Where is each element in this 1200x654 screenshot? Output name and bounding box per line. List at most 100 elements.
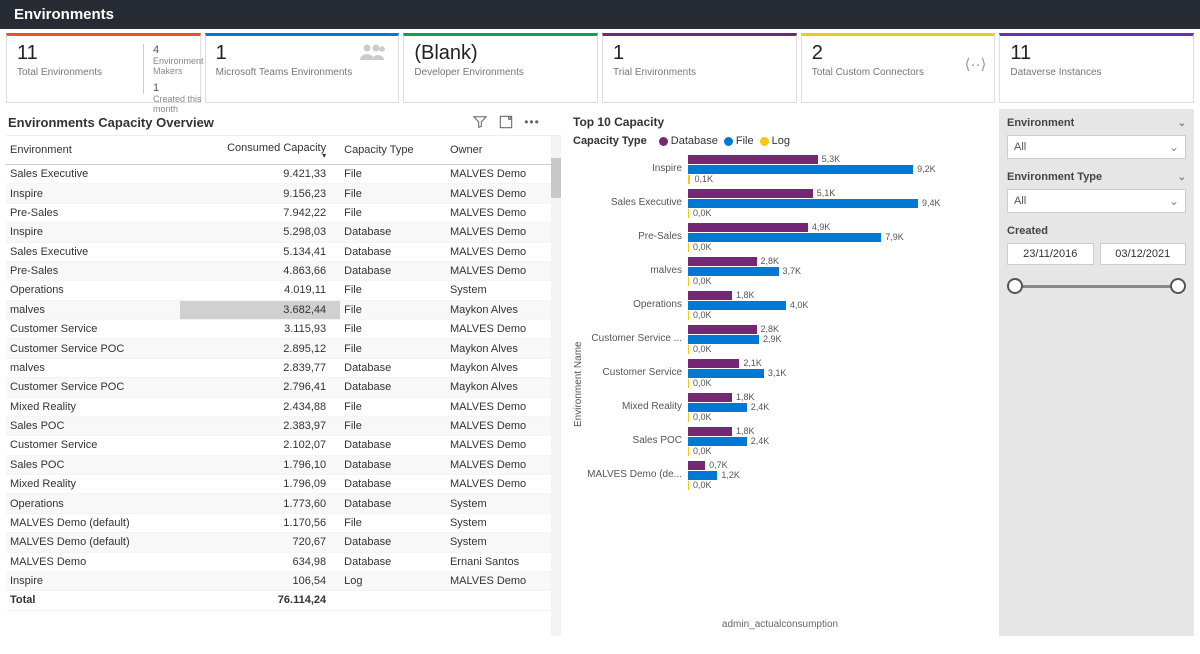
bar-database[interactable]: 2,1K bbox=[688, 359, 739, 368]
total-value: 76.114,24 bbox=[180, 591, 340, 610]
chart-category[interactable]: MALVES Demo (de...0,7K1,2K0,0K bbox=[586, 459, 989, 491]
bar-file[interactable]: 2,4K bbox=[688, 403, 747, 412]
date-from-input[interactable]: 23/11/2016 bbox=[1007, 243, 1094, 265]
table-row[interactable]: Customer Service3.115,93FileMALVES Demo bbox=[6, 320, 561, 339]
bar-database[interactable]: 1,8K bbox=[688, 291, 732, 300]
table-row[interactable]: Sales POC1.796,10DatabaseMALVES Demo bbox=[6, 455, 561, 474]
column-header[interactable]: Owner bbox=[446, 136, 561, 165]
chart-category[interactable]: Customer Service ...2,8K2,9K0,0K bbox=[586, 323, 989, 355]
legend-label[interactable]: Log bbox=[772, 135, 790, 147]
kpi-card[interactable]: 1 Trial Environments bbox=[602, 33, 797, 103]
scrollbar-track[interactable] bbox=[551, 136, 561, 636]
chart-category-label: Sales POC bbox=[586, 425, 688, 446]
bar-file[interactable]: 7,9K bbox=[688, 233, 881, 242]
kpi-card[interactable]: (Blank) Developer Environments bbox=[403, 33, 598, 103]
bar-log[interactable]: 0,0K bbox=[688, 243, 689, 252]
table-row[interactable]: Customer Service POC2.895,12FileMaykon A… bbox=[6, 339, 561, 358]
table-row[interactable]: malves2.839,77DatabaseMaykon Alves bbox=[6, 358, 561, 377]
bar-log[interactable]: 0,0K bbox=[688, 379, 689, 388]
table-row[interactable]: Sales Executive9.421,33FileMALVES Demo bbox=[6, 165, 561, 184]
bar-file[interactable]: 2,9K bbox=[688, 335, 759, 344]
slider-knob-start[interactable] bbox=[1007, 278, 1023, 294]
table-row[interactable]: Sales POC2.383,97FileMALVES Demo bbox=[6, 416, 561, 435]
bar-log[interactable]: 0,0K bbox=[688, 447, 689, 456]
bar-log[interactable]: 0,0K bbox=[688, 209, 689, 218]
table-row[interactable]: Customer Service POC2.796,41DatabaseMayk… bbox=[6, 378, 561, 397]
filter-created-header[interactable]: Created bbox=[1007, 223, 1186, 239]
column-header[interactable]: Capacity Type bbox=[340, 136, 446, 165]
bar-file[interactable]: 4,0K bbox=[688, 301, 786, 310]
table-row[interactable]: MALVES Demo (default)720,67DatabaseSyste… bbox=[6, 533, 561, 552]
chart-category[interactable]: Customer Service2,1K3,1K0,0K bbox=[586, 357, 989, 389]
kpi-card[interactable]: 1Microsoft Teams Environments bbox=[205, 33, 400, 103]
table-row[interactable]: malves3.682,44FileMaykon Alves bbox=[6, 300, 561, 319]
filter-environment-type-select[interactable]: All ⌄ bbox=[1007, 189, 1186, 213]
bar-log[interactable]: 0,1K bbox=[688, 175, 690, 184]
bar-value-label: 0,0K bbox=[689, 480, 712, 490]
chart-category[interactable]: Inspire5,3K9,2K0,1K bbox=[586, 153, 989, 185]
bar-file[interactable]: 1,2K bbox=[688, 471, 717, 480]
table-row[interactable]: Customer Service2.102,07DatabaseMALVES D… bbox=[6, 436, 561, 455]
kpi-card[interactable]: 11 Dataverse Instances bbox=[999, 33, 1194, 103]
table-row[interactable]: Inspire106,54LogMALVES Demo bbox=[6, 571, 561, 590]
table-row[interactable]: Sales Executive5.134,41DatabaseMALVES De… bbox=[6, 242, 561, 261]
bar-file[interactable]: 9,4K bbox=[688, 199, 918, 208]
bar-value-label: 0,0K bbox=[689, 446, 712, 456]
chart-category[interactable]: Pre-Sales4,9K7,9K0,0K bbox=[586, 221, 989, 253]
table-row[interactable]: Inspire9.156,23FileMALVES Demo bbox=[6, 184, 561, 203]
table-row[interactable]: Pre-Sales7.942,22FileMALVES Demo bbox=[6, 203, 561, 222]
bar-database[interactable]: 1,8K bbox=[688, 393, 732, 402]
kpi-card[interactable]: 2 Total Custom Connectors⟨··⟩ bbox=[801, 33, 996, 103]
chart-category[interactable]: Mixed Reality1,8K2,4K0,0K bbox=[586, 391, 989, 423]
bar-database[interactable]: 4,9K bbox=[688, 223, 808, 232]
bar-value-label: 9,2K bbox=[913, 164, 936, 174]
bar-value-label: 1,2K bbox=[717, 470, 740, 480]
table-row[interactable]: Pre-Sales4.863,66DatabaseMALVES Demo bbox=[6, 261, 561, 280]
bar-file[interactable]: 3,7K bbox=[688, 267, 779, 276]
scrollbar-thumb[interactable] bbox=[551, 158, 561, 198]
bar-database[interactable]: 5,1K bbox=[688, 189, 813, 198]
legend-label[interactable]: File bbox=[736, 135, 754, 147]
bar-database[interactable]: 1,8K bbox=[688, 427, 732, 436]
bar-file[interactable]: 2,4K bbox=[688, 437, 747, 446]
bar-file[interactable]: 3,1K bbox=[688, 369, 764, 378]
chart-category[interactable]: Sales POC1,8K2,4K0,0K bbox=[586, 425, 989, 457]
table-row[interactable]: MALVES Demo634,98DatabaseErnani Santos bbox=[6, 552, 561, 571]
date-to-input[interactable]: 03/12/2021 bbox=[1100, 243, 1187, 265]
chart-category[interactable]: malves2,8K3,7K0,0K bbox=[586, 255, 989, 287]
table-row[interactable]: Mixed Reality2.434,88FileMALVES Demo bbox=[6, 397, 561, 416]
bar-log[interactable]: 0,0K bbox=[688, 481, 689, 490]
table-row[interactable]: Operations4.019,11FileSystem bbox=[6, 281, 561, 300]
bar-database[interactable]: 2,8K bbox=[688, 325, 757, 334]
focus-mode-icon[interactable] bbox=[497, 113, 515, 131]
table-row[interactable]: Mixed Reality1.796,09DatabaseMALVES Demo bbox=[6, 475, 561, 494]
bar-database[interactable]: 2,8K bbox=[688, 257, 757, 266]
bar-value-label: 9,4K bbox=[918, 198, 941, 208]
chart-category[interactable]: Operations1,8K4,0K0,0K bbox=[586, 289, 989, 321]
kpi-label: Dataverse Instances bbox=[1010, 67, 1183, 78]
column-header[interactable]: Consumed Capacity▾ bbox=[180, 136, 340, 165]
legend-label[interactable]: Database bbox=[671, 135, 718, 147]
chart-category[interactable]: Sales Executive5,1K9,4K0,0K bbox=[586, 187, 989, 219]
bar-log[interactable]: 0,0K bbox=[688, 311, 689, 320]
table-row[interactable]: MALVES Demo (default)1.170,56FileSystem bbox=[6, 513, 561, 532]
bar-database[interactable]: 0,7K bbox=[688, 461, 705, 470]
filter-environment-type-header[interactable]: Environment Type ⌄ bbox=[1007, 169, 1186, 185]
capacity-table[interactable]: EnvironmentConsumed Capacity▾Capacity Ty… bbox=[6, 136, 561, 611]
slider-knob-end[interactable] bbox=[1170, 278, 1186, 294]
bar-file[interactable]: 9,2K bbox=[688, 165, 913, 174]
filter-environment-header[interactable]: Environment ⌄ bbox=[1007, 115, 1186, 131]
filter-environment-select[interactable]: All ⌄ bbox=[1007, 135, 1186, 159]
filter-icon[interactable] bbox=[471, 113, 489, 131]
bar-log[interactable]: 0,0K bbox=[688, 277, 689, 286]
bar-log[interactable]: 0,0K bbox=[688, 413, 689, 422]
kpi-card[interactable]: 11 Total Environments4Environment Makers… bbox=[6, 33, 201, 103]
bar-log[interactable]: 0,0K bbox=[688, 345, 689, 354]
bar-database[interactable]: 5,3K bbox=[688, 155, 818, 164]
table-row[interactable]: Inspire5.298,03DatabaseMALVES Demo bbox=[6, 223, 561, 242]
date-range-slider[interactable] bbox=[1007, 275, 1186, 299]
more-options-icon[interactable]: ••• bbox=[523, 113, 541, 131]
table-row[interactable]: Operations1.773,60DatabaseSystem bbox=[6, 494, 561, 513]
expand-icon[interactable]: ⟨··⟩ bbox=[965, 55, 987, 73]
column-header[interactable]: Environment bbox=[6, 136, 180, 165]
